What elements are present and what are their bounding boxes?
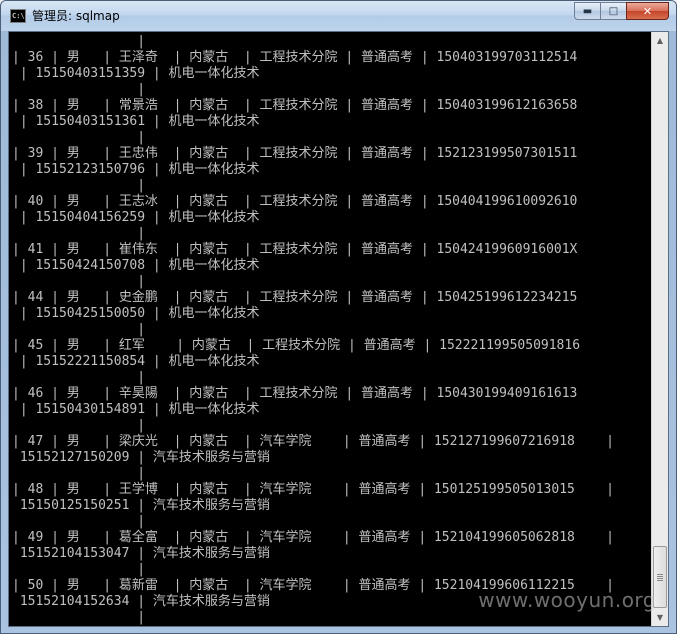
- console-line: | 15152123150796 | 机电一体化技术: [12, 162, 260, 177]
- console-line: |: [12, 82, 146, 97]
- grip-icon: [657, 573, 663, 581]
- console-line: |: [12, 130, 146, 145]
- close-button[interactable]: ✕: [626, 2, 669, 20]
- console-client-area[interactable]: | | 36 | 男 | 王泽奇 | 内蒙古 | 工程技术分院 | 普通高考 | …: [8, 31, 669, 627]
- window-title: 管理员: sqlmap: [32, 9, 120, 23]
- console-line: |: [12, 514, 146, 529]
- console-line: | 39 | 男 | 王忠伟 | 内蒙古 | 工程技术分院 | 普通高考 | 1…: [12, 146, 578, 161]
- console-line: | 48 | 男 | 王学博 | 内蒙古 | 汽车学院 | 普通高考 | 150…: [12, 482, 614, 497]
- vertical-scrollbar[interactable]: ▲ ▼: [651, 32, 668, 626]
- console-line: | 47 | 男 | 梁庆光 | 内蒙古 | 汽车学院 | 普通高考 | 152…: [12, 434, 614, 449]
- maximize-icon: □: [608, 5, 619, 17]
- console-line: | 15150424150708 | 机电一体化技术: [12, 258, 260, 273]
- console-line: |: [12, 34, 146, 49]
- console-line: | 15150404156259 | 机电一体化技术: [12, 210, 260, 225]
- console-line: 15150125150251 | 汽车技术服务与营销: [12, 498, 270, 513]
- console-line: 15152104153047 | 汽车技术服务与营销: [12, 546, 270, 561]
- console-line: 15152127150209 | 汽车技术服务与营销: [12, 450, 270, 465]
- console-line: | 15150403151359 | 机电一体化技术: [12, 66, 260, 81]
- console-line: |: [12, 322, 146, 337]
- console-line: | 44 | 男 | 史金鹏 | 内蒙古 | 工程技术分院 | 普通高考 | 1…: [12, 290, 578, 305]
- console-output[interactable]: | | 36 | 男 | 王泽奇 | 内蒙古 | 工程技术分院 | 普通高考 | …: [9, 32, 651, 626]
- console-app-icon[interactable]: C:\: [10, 9, 26, 23]
- console-line: |: [12, 466, 146, 481]
- scroll-up-arrow-icon[interactable]: ▲: [652, 32, 668, 49]
- console-line: | 15150425150050 | 机电一体化技术: [12, 306, 260, 321]
- console-line: | 45 | 男 | 红军 | 内蒙古 | 工程技术分院 | 普通高考 | 15…: [12, 338, 581, 353]
- close-icon: ✕: [642, 4, 653, 18]
- console-window: C:\ 管理员: sqlmap ▬ □ ✕ | | 36 | 男 | 王泽奇 | …: [0, 0, 677, 634]
- title-bar[interactable]: C:\ 管理员: sqlmap ▬ □ ✕: [1, 1, 676, 31]
- console-line: | 40 | 男 | 王志冰 | 内蒙古 | 工程技术分院 | 普通高考 | 1…: [12, 194, 578, 209]
- console-line: | 38 | 男 | 常景浩 | 内蒙古 | 工程技术分院 | 普通高考 | 1…: [12, 98, 578, 113]
- minimize-button[interactable]: ▬: [574, 2, 600, 20]
- console-line: |: [12, 418, 146, 433]
- console-line: | 15150430154891 | 机电一体化技术: [12, 402, 260, 417]
- console-line: |: [12, 562, 146, 577]
- console-line: | 15152221150854 | 机电一体化技术: [12, 354, 260, 369]
- console-line: | 46 | 男 | 辛昊陽 | 内蒙古 | 工程技术分院 | 普通高考 | 1…: [12, 386, 578, 401]
- console-line: | 36 | 男 | 王泽奇 | 内蒙古 | 工程技术分院 | 普通高考 | 1…: [12, 50, 578, 65]
- console-line: | 49 | 男 | 葛全富 | 内蒙古 | 汽车学院 | 普通高考 | 152…: [12, 530, 614, 545]
- console-line: | 41 | 男 | 崔伟东 | 内蒙古 | 工程技术分院 | 普通高考 | 1…: [12, 242, 578, 257]
- console-line: | 15150403151361 | 机电一体化技术: [12, 114, 260, 129]
- console-line: |: [12, 370, 146, 385]
- maximize-button[interactable]: □: [600, 2, 626, 20]
- console-line: |: [12, 610, 146, 625]
- console-line: |: [12, 178, 146, 193]
- console-line: |: [12, 226, 146, 241]
- caption-buttons: ▬ □ ✕: [574, 2, 669, 20]
- watermark: www.wooyun.org: [478, 588, 656, 612]
- console-line: |: [12, 274, 146, 289]
- minimize-icon: ▬: [582, 5, 593, 17]
